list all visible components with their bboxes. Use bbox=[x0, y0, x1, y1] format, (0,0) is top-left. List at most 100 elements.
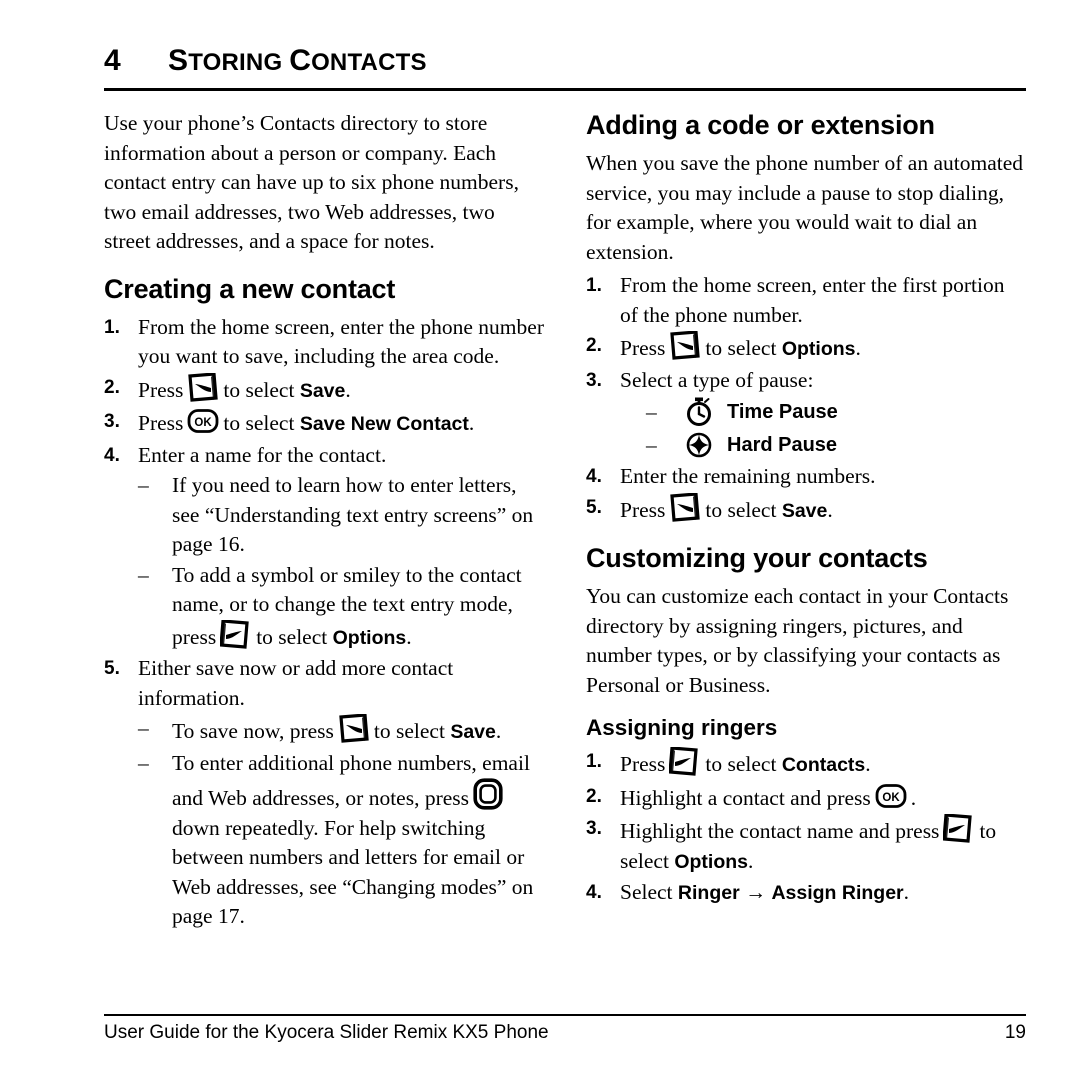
pause-marker: – bbox=[646, 432, 657, 457]
substep-text: To enter additional phone numbers, email… bbox=[172, 749, 544, 932]
step-period: . bbox=[345, 377, 351, 402]
header-rule bbox=[104, 88, 1026, 91]
step-press-label: Press bbox=[620, 336, 666, 360]
ui-label-options: Options bbox=[674, 850, 748, 873]
page-footer: User Guide for the Kyocera Slider Remix … bbox=[104, 1022, 1026, 1044]
substep-marker: – bbox=[138, 473, 149, 497]
substep-item: – If you need to learn how to enter lett… bbox=[104, 471, 544, 560]
step-period: . bbox=[910, 785, 917, 810]
step-press-label: Press bbox=[138, 411, 184, 435]
right-column: Adding a code or extension When you save… bbox=[586, 109, 1026, 933]
arrow-icon: → bbox=[745, 880, 767, 904]
ui-label-save-new-contact: Save New Contact bbox=[299, 413, 469, 435]
heading-customizing-your-contacts: Customizing your contacts bbox=[586, 543, 928, 573]
step-select-label: to select bbox=[705, 752, 777, 776]
substep-select-label: to select bbox=[256, 624, 328, 649]
step-marker: 2. bbox=[104, 376, 120, 398]
step-to-label: to bbox=[979, 819, 997, 843]
ui-label-options: Options bbox=[781, 338, 856, 360]
step-marker: 5. bbox=[586, 496, 602, 518]
step-text: Press to select Save. bbox=[138, 372, 544, 407]
step-text: From the home screen, enter the phone nu… bbox=[138, 314, 544, 369]
step-text: Press to select Options. bbox=[620, 331, 1026, 365]
left-softkey-icon bbox=[669, 331, 701, 360]
step-item: 4. Enter the remaining numbers. bbox=[586, 462, 1026, 492]
step-press-label: Press bbox=[620, 752, 666, 776]
step-item: 3. Press to select Save New Contact. bbox=[104, 407, 544, 440]
substep-item: – To add a symbol or smiley to the conta… bbox=[104, 561, 544, 654]
step-marker: 3. bbox=[586, 369, 602, 391]
step-period: . bbox=[903, 880, 909, 904]
step-period: . bbox=[827, 497, 833, 522]
ui-label-ringer: Ringer bbox=[677, 882, 740, 904]
chapter-title-s: S bbox=[168, 44, 189, 77]
step-press-label: Press bbox=[620, 497, 666, 522]
pause-option-label-hard-pause: Hard Pause bbox=[727, 433, 838, 456]
intro-paragraph-adding-code: When you save the phone number of an aut… bbox=[586, 151, 1024, 264]
step-period: . bbox=[468, 411, 475, 435]
step-marker: 2. bbox=[586, 335, 602, 356]
ui-label-options: Options bbox=[332, 626, 407, 649]
pause-marker: – bbox=[646, 399, 657, 424]
step-select-label: to select bbox=[223, 377, 295, 402]
step-marker: 4. bbox=[586, 466, 602, 487]
step-item: 2. Highlight a contact and press. bbox=[586, 782, 1026, 814]
step-item: 4. Select Ringer → Assign Ringer. bbox=[586, 878, 1026, 909]
substep-select-label: to select bbox=[373, 719, 445, 743]
step-select-label: to select bbox=[223, 411, 295, 435]
substep-item: – To enter additional phone numbers, ema… bbox=[104, 749, 544, 932]
ui-label-save: Save bbox=[450, 721, 496, 743]
substep-tail-text: down repeatedly. For help switching betw… bbox=[172, 815, 534, 929]
chapter-title-toring: TORING bbox=[188, 49, 290, 76]
step-select-label: select bbox=[620, 848, 669, 873]
footer-text: User Guide for the Kyocera Slider Remix … bbox=[104, 1022, 549, 1043]
step-text: Enter a name for the contact. bbox=[138, 442, 387, 467]
pause-option-item: – Hard Pause bbox=[586, 429, 1026, 460]
step-text: Select a type of pause: bbox=[620, 367, 814, 392]
step-text: Either save now or add more contact info… bbox=[138, 656, 454, 710]
step-press-label: Press bbox=[138, 377, 184, 402]
chapter-title-ontacts: ONTACTS bbox=[311, 49, 427, 76]
footer-rule bbox=[104, 1014, 1026, 1016]
substep-marker: – bbox=[138, 716, 149, 740]
step-marker: 3. bbox=[104, 411, 120, 432]
right-softkey-icon bbox=[943, 814, 975, 843]
step-select-label: to select bbox=[705, 336, 777, 360]
step-period: . bbox=[748, 848, 754, 873]
left-softkey-icon bbox=[669, 492, 701, 522]
substep-text: To save now, press to select Save. bbox=[172, 714, 544, 748]
step-marker: 1. bbox=[104, 316, 120, 338]
heading-creating-a-new-contact: Creating a new contact bbox=[104, 273, 396, 304]
ui-label-save: Save bbox=[299, 379, 346, 402]
chapter-number: 4 bbox=[104, 44, 121, 77]
step-item: 1. From the home screen, enter the phone… bbox=[104, 313, 544, 372]
right-softkey-icon bbox=[220, 619, 252, 649]
step-lead-text: Highlight the contact name and press bbox=[620, 819, 940, 843]
step-item: 4. Enter a name for the contact. bbox=[104, 441, 544, 471]
right-softkey-icon bbox=[669, 747, 701, 776]
step-marker: 2. bbox=[586, 785, 602, 807]
substep-text: To add a symbol or smiley to the contact… bbox=[172, 561, 544, 654]
ui-label-contacts: Contacts bbox=[781, 754, 866, 776]
document-page: 4 STORING CONTACTS Use your phone’s Cont… bbox=[104, 0, 1026, 1080]
ui-label-assign-ringer: Assign Ringer bbox=[771, 882, 904, 904]
chapter-title-c: C bbox=[289, 44, 312, 77]
step-lead-text: Highlight a contact and press bbox=[620, 785, 871, 810]
ok-key-icon bbox=[875, 782, 907, 810]
step-item: 3. Highlight the contact name and press t… bbox=[586, 814, 1026, 877]
left-softkey-icon bbox=[338, 714, 370, 743]
intro-paragraph: Use your phone’s Contacts directory to s… bbox=[104, 111, 519, 253]
step-text: Select Ringer → Assign Ringer. bbox=[620, 878, 1026, 909]
step-select-label: Select bbox=[620, 880, 673, 904]
step-item: 2. Press to select Options. bbox=[586, 331, 1026, 365]
substep-period: . bbox=[495, 719, 502, 743]
step-text: Press to select Save. bbox=[620, 492, 1026, 527]
substep-lead-text: To save now, press bbox=[172, 719, 334, 743]
stopwatch-icon bbox=[684, 396, 714, 427]
pause-option-item: – Time Pause bbox=[586, 396, 1026, 427]
left-column: Use your phone’s Contacts directory to s… bbox=[104, 109, 544, 933]
step-marker: 5. bbox=[104, 658, 120, 679]
step-item: 1. Press to select Contacts. bbox=[586, 747, 1026, 781]
heading-adding-a-code-or-extension: Adding a code or extension bbox=[586, 110, 935, 140]
step-text: Press to select Contacts. bbox=[620, 747, 1026, 781]
